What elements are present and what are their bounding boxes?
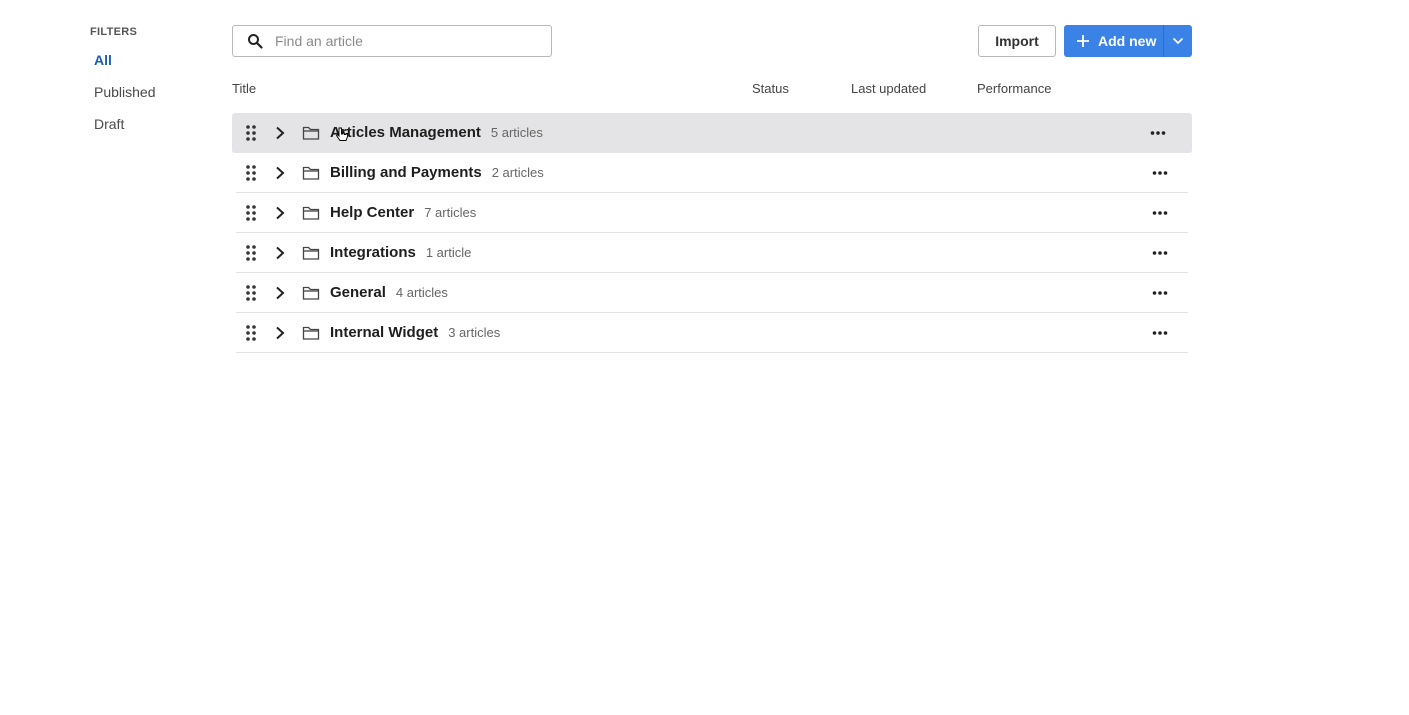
column-title[interactable]: Title (232, 81, 256, 96)
article-count: 3 articles (448, 325, 501, 340)
filters-sidebar: FILTERS All Published Draft (90, 26, 210, 148)
folder-icon (302, 326, 320, 340)
folder-title[interactable]: Internal Widget (330, 324, 438, 341)
folder-title[interactable]: General (330, 284, 386, 301)
table-row[interactable]: Articles Management 5 articles (232, 113, 1192, 153)
drag-handle-icon[interactable] (246, 244, 256, 261)
folder-title[interactable]: Help Center (330, 204, 414, 221)
folder-icon (302, 126, 320, 140)
chevron-right-icon[interactable] (274, 126, 286, 140)
article-folder-list: Articles Management 5 articles Billing a… (232, 113, 1192, 353)
drag-handle-icon[interactable] (246, 204, 256, 221)
filter-draft[interactable]: Draft (90, 116, 210, 148)
table-row[interactable]: Integrations 1 article (236, 233, 1188, 273)
more-options-icon[interactable] (1150, 126, 1166, 140)
table-row[interactable]: Help Center 7 articles (236, 193, 1188, 233)
more-options-icon[interactable] (1152, 166, 1168, 180)
article-count: 2 articles (491, 165, 544, 180)
drag-handle-icon[interactable] (246, 164, 256, 181)
folder-icon (302, 166, 320, 180)
chevron-right-icon[interactable] (274, 166, 286, 180)
folder-title[interactable]: Integrations (330, 244, 416, 261)
more-options-icon[interactable] (1152, 206, 1168, 220)
article-count: 1 article (425, 245, 472, 260)
article-count: 7 articles (424, 205, 477, 220)
article-count: 4 articles (395, 285, 448, 300)
filters-heading: FILTERS (90, 26, 138, 38)
more-options-icon[interactable] (1152, 246, 1168, 260)
table-row[interactable]: Internal Widget 3 articles (236, 313, 1188, 353)
column-status[interactable]: Status (752, 81, 789, 96)
column-performance[interactable]: Performance (977, 81, 1051, 96)
filter-all[interactable]: All (90, 52, 210, 84)
folder-icon (302, 206, 320, 220)
table-row[interactable]: General 4 articles (236, 273, 1188, 313)
folder-icon (302, 286, 320, 300)
filter-published[interactable]: Published (90, 84, 210, 116)
chevron-right-icon[interactable] (274, 246, 286, 260)
column-last-updated[interactable]: Last updated (851, 81, 926, 96)
drag-handle-icon[interactable] (246, 284, 256, 301)
chevron-right-icon[interactable] (274, 206, 286, 220)
more-options-icon[interactable] (1152, 286, 1168, 300)
drag-handle-icon[interactable] (246, 124, 256, 141)
table-row[interactable]: Billing and Payments 2 articles (236, 153, 1188, 193)
main-content: Import Add new Title Status Last updated… (232, 25, 1192, 353)
article-count: 5 articles (490, 125, 543, 140)
folder-title[interactable]: Billing and Payments (330, 164, 482, 181)
chevron-right-icon[interactable] (274, 326, 286, 340)
folder-icon (302, 246, 320, 260)
chevron-right-icon[interactable] (274, 286, 286, 300)
table-header: Title Status Last updated Performance (232, 25, 1192, 113)
more-options-icon[interactable] (1152, 326, 1168, 340)
folder-title[interactable]: Articles Management (330, 124, 481, 141)
drag-handle-icon[interactable] (246, 324, 256, 341)
